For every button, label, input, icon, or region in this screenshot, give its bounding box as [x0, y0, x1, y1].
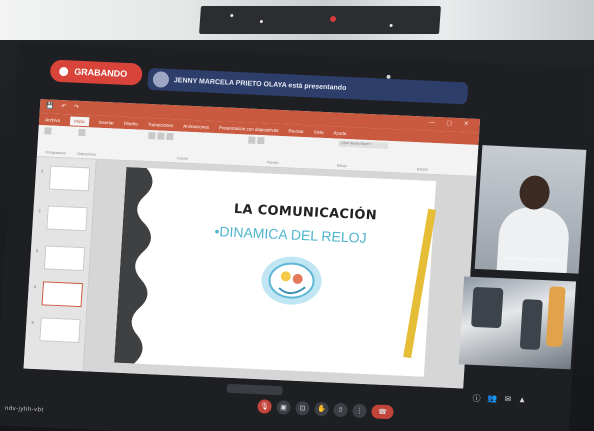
clipboard-group[interactable] [44, 127, 53, 135]
room-shape [545, 286, 566, 347]
presenter-banner-text: JENNY MARCELA PRIETO OLAYA está presenta… [173, 76, 347, 92]
ribbon-group-label-0: Portapapeles [45, 150, 66, 156]
meeting-side-controls: ⓘ 👥 ✉ ▲ [472, 393, 526, 406]
ppt-tab-0[interactable]: Archivo [45, 117, 60, 123]
activities-icon[interactable]: ▲ [518, 395, 526, 406]
new-slide-icon[interactable] [78, 128, 86, 137]
current-slide[interactable]: LA COMUNICACIÓN •DINAMICA DEL RELOJ [114, 167, 437, 377]
meeting-code: ndv-jyhh-vbt [4, 405, 44, 414]
window-controls[interactable]: — ▢ ✕ [429, 119, 474, 128]
slide-thumbnail-3[interactable]: 3 [36, 245, 86, 272]
room-shape [519, 299, 543, 350]
meeting-toolbar: 🎙 ▣ ⊡ ✋ ⇧ ⋮ ☎ [257, 399, 394, 421]
paragraph-group[interactable] [248, 136, 266, 145]
paste-icon[interactable] [44, 127, 52, 135]
people-icon[interactable]: 👥 [487, 394, 498, 405]
captions-icon[interactable]: ⊡ [295, 400, 310, 416]
font-group[interactable] [148, 132, 175, 141]
quick-access-icons[interactable]: 💾 ↶ ↷ [46, 102, 82, 111]
background-monitor [199, 6, 441, 34]
slide-thumbnail-2[interactable]: 2 [38, 205, 88, 232]
thumb-number: 5 [31, 319, 34, 325]
slide-title[interactable]: LA COMUNICACIÓN [233, 202, 377, 223]
recording-indicator: GRABANDO [49, 59, 143, 86]
ribbon-group-label-1: Diapositivas [76, 151, 97, 157]
ribbon-group-label-5: Edición [416, 167, 429, 172]
bold-icon[interactable] [148, 132, 156, 140]
participant-video-room[interactable] [458, 276, 577, 370]
ppt-tab-4[interactable]: Transiciones [148, 121, 174, 127]
presenting-chip[interactable] [226, 383, 283, 396]
person-body [496, 206, 571, 274]
slide-thumbnail-1[interactable]: 1 [41, 165, 91, 192]
record-icon [58, 66, 69, 76]
ppt-tab-9[interactable]: Ayuda [333, 130, 346, 136]
thumb-number: 4 [33, 283, 37, 290]
slides-group[interactable] [78, 128, 87, 137]
thumb-number: 2 [38, 208, 41, 214]
align-icon[interactable] [257, 136, 265, 145]
person-head [518, 174, 551, 211]
ppt-tab-6[interactable]: Presentación con diapositivas [219, 125, 279, 133]
decorative-wave [114, 167, 153, 364]
mic-icon[interactable]: 🎙 [257, 399, 273, 414]
raise-hand-icon[interactable]: ✋ [314, 401, 329, 417]
ppt-tab-8[interactable]: Vista [314, 129, 324, 134]
ribbon-group-label-2: Fuente [176, 156, 189, 161]
ppt-tab-3[interactable]: Diseño [124, 120, 138, 126]
ppt-tab-2[interactable]: Insertar [99, 119, 115, 125]
bullets-icon[interactable] [248, 136, 256, 144]
ribbon-group-label-4: Dibujo [336, 163, 347, 169]
more-icon[interactable]: ⋮ [352, 403, 367, 419]
presenter-banner: JENNY MARCELA PRIETO OLAYA está presenta… [147, 67, 469, 105]
slide-thumbnail-4[interactable]: 4 [34, 281, 83, 308]
end-call-icon[interactable]: ☎ [371, 404, 394, 420]
recording-label: GRABANDO [73, 66, 128, 79]
underline-icon[interactable] [166, 132, 174, 141]
slide-thumbnail-5[interactable]: 5 [31, 317, 81, 344]
ppt-tab-5[interactable]: Animaciones [183, 123, 209, 129]
ppt-tab-7[interactable]: Revisar [288, 128, 304, 134]
avatar [152, 71, 170, 88]
powerpoint-window: 💾 ↶ ↷ — ▢ ✕ Archivo Inicio Insertar Diseño T… [23, 99, 481, 389]
slide-editor: LA COMUNICACIÓN •DINAMICA DEL RELOJ [83, 159, 477, 389]
yellow-accent-bar [403, 208, 437, 359]
clock-logo-icon [261, 256, 322, 305]
chat-icon[interactable]: ✉ [504, 394, 511, 405]
thumb-number: 3 [35, 248, 39, 254]
tell-me-search[interactable]: ¿Qué desea hacer? [338, 140, 389, 149]
thumb-number: 1 [40, 168, 44, 174]
ppt-tab-1[interactable]: Inicio [69, 115, 89, 126]
participant-video-presenter[interactable]: JENNY MARCELA PRIETO OLAYA [474, 145, 587, 274]
present-icon[interactable]: ⇧ [333, 402, 348, 418]
slide-bullet[interactable]: •DINAMICA DEL RELOJ [214, 223, 367, 246]
italic-icon[interactable] [157, 132, 165, 140]
camera-icon[interactable]: ▣ [276, 400, 292, 415]
room-shape [471, 286, 504, 329]
laptop-screen: GRABANDO JENNY MARCELA PRIETO OLAYA está… [0, 42, 592, 431]
ribbon-group-label-3: Párrafo [266, 160, 279, 165]
info-icon[interactable]: ⓘ [472, 393, 481, 404]
photo-scene: GRABANDO JENNY MARCELA PRIETO OLAYA está… [0, 0, 594, 431]
